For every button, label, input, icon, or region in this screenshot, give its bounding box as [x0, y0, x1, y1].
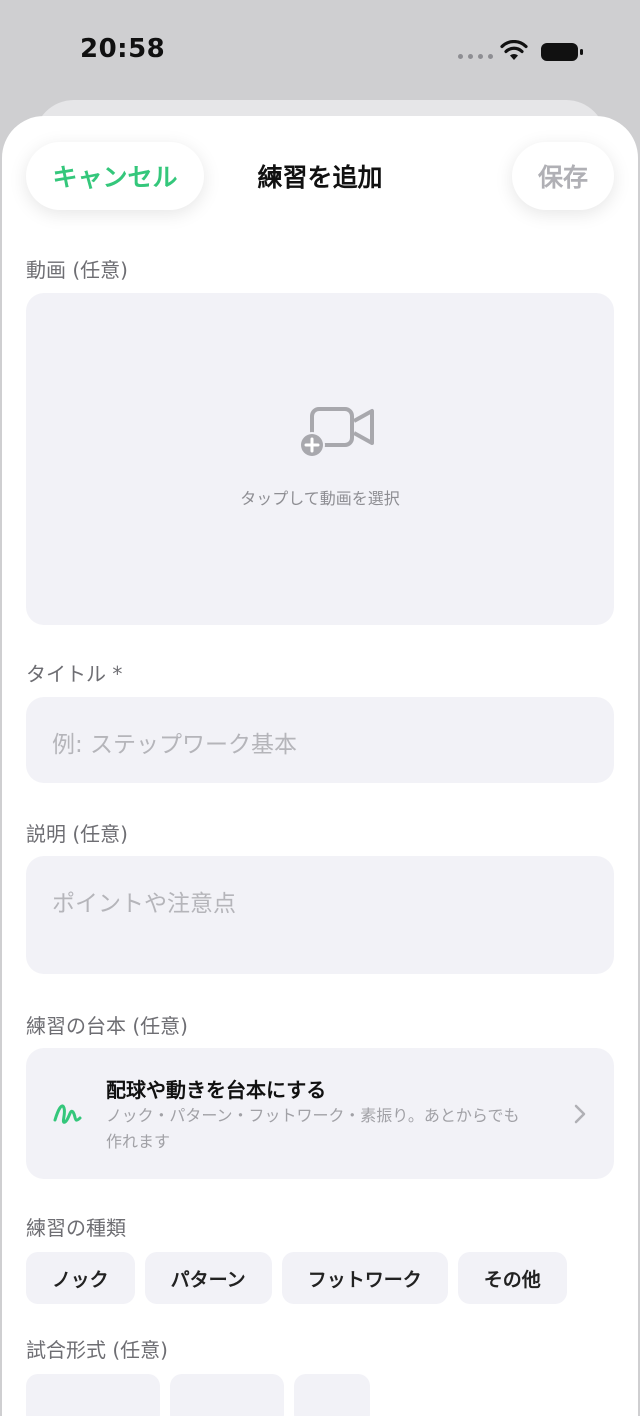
- match-format-chip[interactable]: [170, 1374, 284, 1416]
- practice-type-chip[interactable]: その他: [457, 1252, 567, 1304]
- scribble-icon: [53, 1104, 82, 1124]
- practice-type-chip[interactable]: フットワーク: [281, 1252, 448, 1304]
- status-time: 20:58: [80, 34, 166, 64]
- description-placeholder: ポイントや注意点: [52, 891, 236, 917]
- chevron-right-icon: [574, 1104, 586, 1124]
- title-placeholder: 例: ステップワーク基本: [52, 732, 298, 758]
- practice-type-label: 練習の種類: [26, 1216, 126, 1240]
- match-format-options: [26, 1374, 370, 1416]
- practice-type-chip[interactable]: ノック: [26, 1252, 135, 1304]
- script-row[interactable]: 配球や動きを台本にする ノック・パターン・フットワーク・素振り。あとからでも作れ…: [26, 1048, 614, 1179]
- script-title: 配球や動きを台本にする: [106, 1078, 327, 1102]
- match-format-chip[interactable]: [26, 1374, 160, 1416]
- practice-type-chip[interactable]: パターン: [144, 1252, 272, 1304]
- status-bar: 20:58: [0, 0, 640, 100]
- video-hint: タップして動画を選択: [240, 489, 400, 508]
- script-label: 練習の台本 (任意): [26, 1014, 188, 1038]
- battery-icon: [541, 43, 583, 61]
- video-label: 動画 (任意): [26, 258, 128, 282]
- match-format-chip[interactable]: [294, 1374, 370, 1416]
- title-label: タイトル *: [26, 662, 123, 686]
- signal-dots-icon: [458, 54, 493, 59]
- video-picker[interactable]: タップして動画を選択: [26, 293, 614, 625]
- wifi-icon: [500, 40, 528, 60]
- match-format-label: 試合形式 (任意): [26, 1338, 168, 1362]
- script-description: ノック・パターン・フットワーク・素振り。あとからでも作れます: [106, 1106, 520, 1151]
- add-video-icon: [299, 407, 374, 458]
- description-label: 説明 (任意): [26, 822, 128, 846]
- description-input[interactable]: ポイントや注意点: [26, 856, 614, 974]
- add-practice-sheet: キャンセル 練習を追加 保存 動画 (任意) タップして動画を選択 タイトル *…: [2, 116, 638, 1416]
- practice-type-options: ノック パターン フットワーク その他: [26, 1252, 567, 1304]
- title-input[interactable]: 例: ステップワーク基本: [26, 697, 614, 783]
- save-button[interactable]: 保存: [512, 142, 614, 210]
